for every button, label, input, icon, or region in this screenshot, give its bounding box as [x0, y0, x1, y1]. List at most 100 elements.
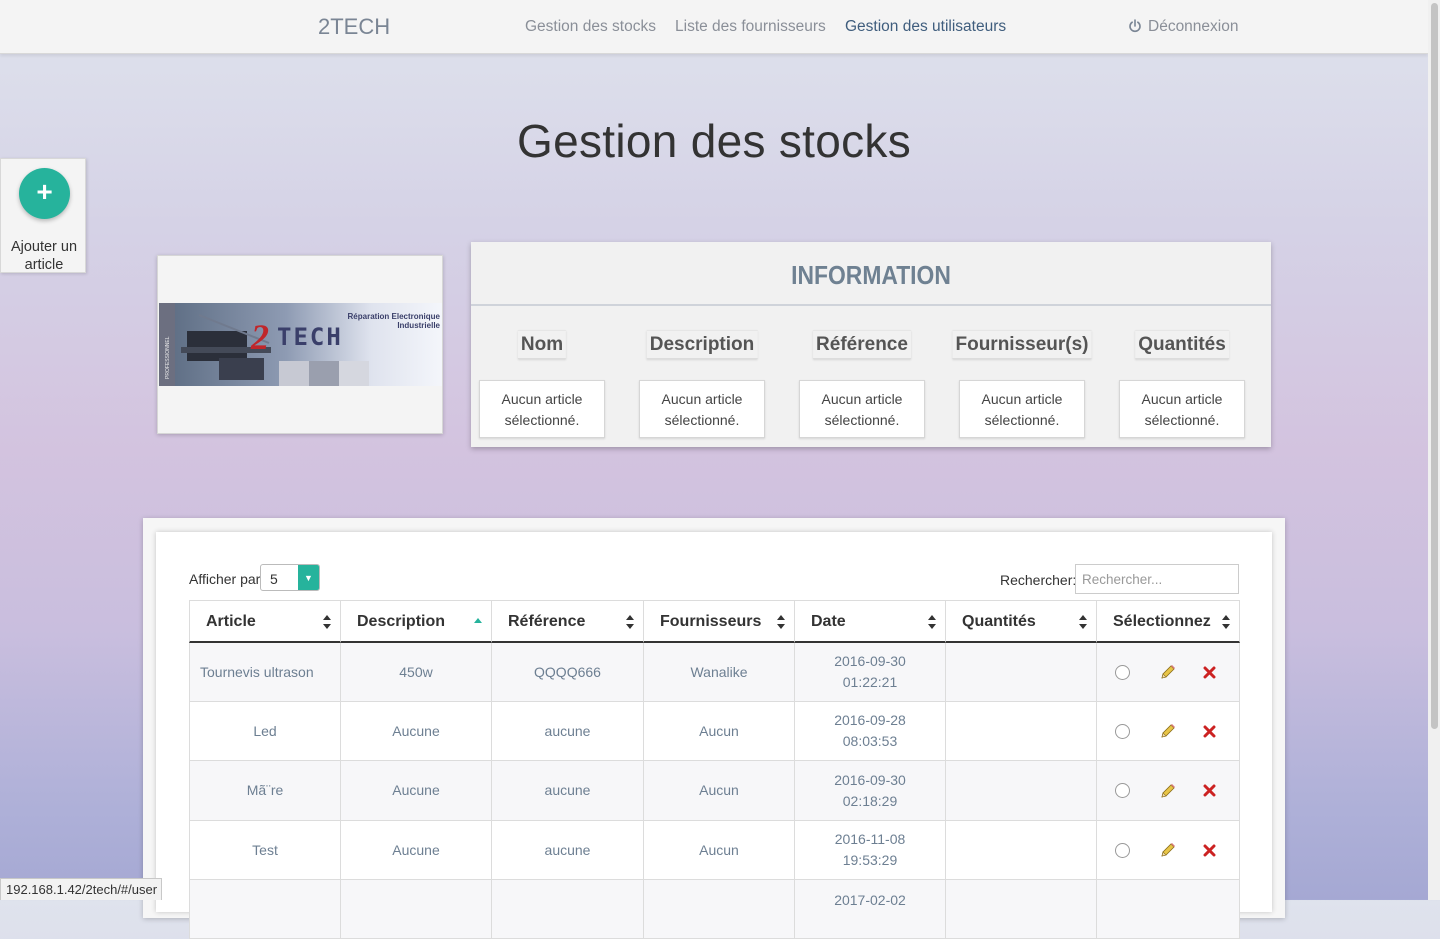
date-value: 2016-09-30 02:18:29: [834, 771, 906, 809]
status-bar-url: 192.168.1.42/2tech/#/user: [0, 878, 163, 900]
cell-reference-text: aucune: [544, 722, 591, 739]
cell-description-text: Aucune: [392, 841, 440, 858]
column-header-label: Date: [811, 613, 846, 630]
column-header-date[interactable]: Date: [795, 600, 946, 643]
select-radio-icon[interactable]: [1115, 664, 1130, 680]
logout-link[interactable]: Déconnexion: [1128, 18, 1238, 36]
add-article-label: Ajouter un article: [1, 238, 87, 274]
cell-quantites: [946, 821, 1097, 880]
cell-date: 2016-09-28 08:03:53: [795, 702, 946, 761]
nav-gestion-des-stocks[interactable]: Gestion des stocks: [525, 18, 656, 36]
power-icon: [1129, 19, 1141, 33]
delete-x-icon[interactable]: [1203, 784, 1216, 797]
information-header: INFORMATION: [471, 242, 1271, 306]
cell-date: 2017-02-02: [795, 880, 946, 939]
table-row[interactable]: Test Aucune aucune Aucun 2016-11-08 19:53:29: [189, 821, 1240, 880]
pencil-icon[interactable]: [1160, 723, 1176, 739]
top-navbar: 2TECH Gestion des stocks Liste des fourn…: [0, 0, 1428, 54]
cell-article: Led: [189, 702, 341, 761]
select-radio-icon[interactable]: [1115, 783, 1130, 798]
sort-icon: [777, 615, 785, 629]
cell-article-text: Led: [253, 722, 277, 739]
nav-liste-des-fournisseurs[interactable]: Liste des fournisseurs: [675, 18, 826, 36]
column-header-reference[interactable]: Référence: [492, 600, 644, 643]
chevron-down-icon: ▼: [298, 565, 319, 590]
company-logo-image: 2 TECH Réparation Electronique Industrie…: [159, 303, 442, 386]
cell-reference-text: QQQQ666: [534, 663, 601, 680]
cell-fournisseurs: Wanalike: [644, 643, 795, 702]
cell-actions: [1097, 821, 1240, 880]
sort-ascending-icon: [474, 618, 482, 623]
cell-fournisseurs-text: Aucun: [699, 722, 739, 739]
add-article-button[interactable]: +: [19, 168, 70, 219]
cell-quantites: [946, 643, 1097, 702]
column-header-fournisseurs[interactable]: Fournisseurs: [644, 600, 795, 643]
cell-article-text: Mã¨re: [246, 782, 284, 798]
information-panel: INFORMATION Nom Aucun article sélectionné…: [471, 242, 1271, 447]
cell-reference: QQQQ666: [492, 643, 644, 702]
cell-description-text: 450w: [399, 663, 433, 680]
sort-icon: [626, 615, 634, 629]
cell-actions: [1097, 880, 1240, 939]
cell-description-text: Aucune: [392, 782, 440, 798]
pencil-icon[interactable]: [1160, 783, 1176, 799]
cell-article: [189, 880, 341, 939]
nav-gestion-des-utilisateurs[interactable]: Gestion des utilisateurs: [845, 18, 1006, 36]
info-value-reference: Aucun article sélectionné.: [799, 380, 925, 438]
column-header-label: Quantités: [962, 613, 1036, 630]
select-radio-icon[interactable]: [1115, 723, 1130, 739]
info-value-description: Aucun article sélectionné.: [639, 380, 765, 438]
search-input[interactable]: [1075, 564, 1239, 594]
column-header-label: Sélectionnez: [1113, 613, 1211, 630]
date-value: 2016-11-08 19:53:29: [834, 831, 906, 868]
column-header-article[interactable]: Article: [189, 600, 341, 643]
add-article-panel: + Ajouter un article: [0, 158, 86, 273]
sort-icon: [323, 615, 331, 629]
info-label-description: Description: [646, 330, 758, 359]
cell-article-text: Test: [252, 841, 278, 858]
column-header-quantites[interactable]: Quantités: [946, 600, 1097, 643]
pencil-icon[interactable]: [1160, 664, 1176, 680]
cell-description: Aucune: [341, 761, 492, 821]
cell-quantites: [946, 880, 1097, 939]
table-row[interactable]: Tournevis ultrason 450w QQQQ666 Wanalike 201…: [189, 643, 1240, 702]
logo-side-text: PROFESSIONNEL: [165, 336, 171, 379]
delete-x-icon[interactable]: [1203, 844, 1216, 857]
info-label-nom: Nom: [517, 330, 567, 359]
per-page-select[interactable]: 5 ▼: [260, 564, 320, 591]
add-article-label-line2: article: [24, 257, 64, 273]
cell-fournisseurs: [644, 880, 795, 939]
logout-label: Déconnexion: [1148, 18, 1239, 35]
page-title: Gestion des stocks: [516, 115, 912, 167]
per-page-value: 5: [270, 571, 278, 587]
svg-text:TECH: TECH: [277, 323, 343, 351]
date-value: 2016-09-30 01:22:21: [834, 653, 906, 690]
pencil-icon[interactable]: [1160, 842, 1176, 858]
table-row[interactable]: 2017-02-02: [189, 880, 1240, 939]
column-header-label: Référence: [508, 613, 586, 630]
delete-x-icon[interactable]: [1203, 725, 1216, 738]
logo-tagline-line2: Industrielle: [397, 321, 440, 330]
cell-date: 2016-09-30 01:22:21: [795, 643, 946, 702]
cell-article-text: Tournevis ultrason: [200, 663, 314, 680]
info-value-nom: Aucun article sélectionné.: [479, 380, 605, 438]
cell-actions: [1097, 761, 1240, 821]
logo-tagline-line1: Réparation Electronique: [348, 312, 441, 321]
cell-reference: aucune: [492, 821, 644, 880]
column-header-selectionnez[interactable]: Sélectionnez: [1097, 600, 1240, 643]
cell-description: 450w: [341, 643, 492, 702]
sort-icon: [1079, 615, 1087, 629]
select-radio-icon[interactable]: [1115, 842, 1130, 858]
table-row[interactable]: Mã¨re Aucune aucune Aucun 2016-09-30 02:18:29: [189, 761, 1240, 821]
info-value-quantites: Aucun article sélectionné.: [1119, 380, 1245, 438]
info-label-reference: Référence: [813, 330, 911, 359]
delete-x-icon[interactable]: [1203, 666, 1216, 679]
cell-description: [341, 880, 492, 939]
search-label: Rechercher:: [1000, 572, 1077, 588]
brand-logo[interactable]: 2TECH: [318, 14, 390, 40]
column-header-description[interactable]: Description: [341, 600, 492, 643]
scrollbar-thumb[interactable]: [1431, 3, 1438, 729]
table-row[interactable]: Led Aucune aucune Aucun 2016-09-28 08:03:53: [189, 702, 1240, 761]
column-header-label: Fournisseurs: [660, 613, 762, 630]
cell-description-text: Aucune: [392, 722, 440, 739]
